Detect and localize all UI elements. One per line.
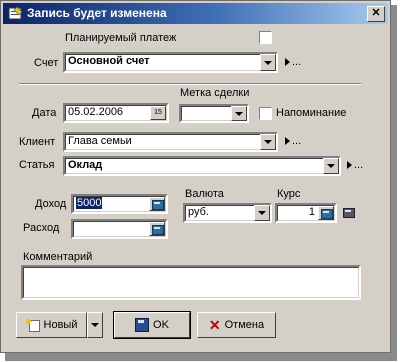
cancel-button[interactable]: ✕ Отмена [197, 312, 276, 338]
comment-textarea[interactable] [21, 265, 361, 300]
calculator-icon [321, 209, 333, 219]
rate-calculator-button[interactable] [318, 206, 334, 220]
ok-button[interactable]: OK [113, 311, 191, 339]
reminder-label: Напоминание [276, 107, 347, 119]
chevron-down-icon [327, 164, 335, 168]
dialog-window: Запись будет изменена ✕ Планируемый плат… [0, 0, 391, 353]
planned-payment-label: Планируемый платеж [65, 32, 177, 44]
red-x-icon: ✕ [208, 317, 221, 333]
reminder-checkbox[interactable] [259, 107, 272, 120]
account-select[interactable]: Основной счет [63, 52, 278, 73]
currency-value: руб. [188, 206, 209, 218]
client-more-button[interactable]: ... [285, 135, 301, 147]
new-document-icon [25, 319, 40, 332]
comment-label: Комментарий [23, 251, 93, 263]
client-label: Клиент [19, 136, 56, 148]
chevron-down-icon [258, 211, 266, 215]
chevron-down-icon [264, 60, 272, 65]
deal-mark-dropdown-button[interactable] [231, 106, 247, 121]
currency-dropdown-button[interactable] [254, 205, 270, 221]
expense-calculator-button[interactable] [149, 222, 165, 236]
account-value: Основной счет [68, 55, 150, 67]
ok-button-label: OK [153, 319, 169, 331]
chevron-down-icon [235, 111, 243, 116]
close-icon: ✕ [371, 7, 381, 19]
date-input[interactable]: 05.02.2006 15 [63, 103, 169, 123]
client-select[interactable]: Глава семьи [63, 132, 278, 152]
new-dropdown-button[interactable] [87, 312, 103, 338]
rate-value: 1 [308, 206, 315, 218]
income-label: Доход [35, 198, 67, 210]
cancel-button-label: Отмена [224, 319, 265, 331]
chevron-down-icon [264, 140, 272, 144]
triangle-right-icon [285, 137, 290, 146]
client-value: Глава семьи [68, 135, 132, 147]
calculator-icon [152, 200, 164, 210]
currency-select[interactable]: руб. [183, 203, 272, 223]
article-value: Оклад [68, 159, 103, 171]
planned-payment-checkbox[interactable] [259, 31, 272, 44]
separator [19, 83, 361, 85]
account-more-button[interactable]: ... [285, 56, 301, 68]
chevron-down-icon [91, 323, 99, 327]
account-dropdown-button[interactable] [260, 54, 276, 71]
article-label: Статья [19, 159, 55, 171]
expense-label: Расход [23, 222, 60, 234]
window-title: Запись будет изменена [27, 6, 167, 20]
deal-mark-label: Метка сделки [180, 87, 250, 99]
rate-input[interactable]: 1 [275, 203, 337, 223]
income-value: 5000 [76, 197, 103, 209]
calculator-icon [343, 208, 355, 218]
income-calculator-button[interactable] [149, 197, 165, 211]
triangle-right-icon [347, 161, 352, 170]
date-value: 05.02.2006 [68, 106, 124, 118]
floppy-disk-icon [135, 318, 150, 332]
account-label: Счет [34, 57, 59, 69]
form-icon [8, 6, 23, 20]
calculator-icon [152, 225, 164, 235]
triangle-right-icon [285, 58, 290, 67]
currency-label: Валюта [185, 188, 224, 200]
article-dropdown-button[interactable] [323, 158, 339, 174]
rate-extra-button[interactable] [341, 206, 357, 220]
new-button[interactable]: Новый [16, 312, 87, 338]
article-select[interactable]: Оклад [63, 156, 341, 176]
client-dropdown-button[interactable] [260, 134, 276, 150]
deal-mark-select[interactable] [179, 104, 249, 123]
new-button-label: Новый [43, 319, 78, 331]
calendar-icon: 15 [154, 109, 162, 116]
title-bar[interactable]: Запись будет изменена ✕ [3, 3, 388, 24]
date-label: Дата [32, 107, 57, 119]
close-button[interactable]: ✕ [367, 6, 385, 22]
rate-label: Курс [277, 188, 301, 200]
article-more-button[interactable]: ... [347, 159, 363, 171]
income-input[interactable]: 5000 [71, 194, 168, 214]
calendar-button[interactable]: 15 [150, 106, 166, 120]
expense-input[interactable] [71, 219, 168, 239]
